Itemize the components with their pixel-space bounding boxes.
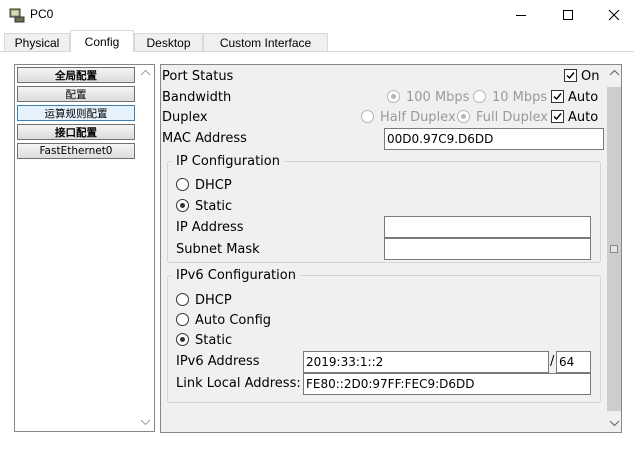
sidebar-item-fastethernet0[interactable]: FastEthernet0 [17,143,135,159]
sidebar-item-algorithm-config[interactable]: 运算规则配置 [17,105,135,121]
window-title: PC0 [30,7,54,21]
prefix-slash: / [550,354,555,369]
thumb-grip-icon [610,245,618,253]
scroll-down-icon[interactable] [606,415,622,432]
ip-configuration-title: IP Configuration [172,154,284,169]
tab-desktop[interactable]: Desktop [134,33,203,51]
sidebar-item-config[interactable]: 配置 [17,86,135,102]
bandwidth-auto-label: Auto [568,90,599,105]
ipv6-dhcp-label: DHCP [195,293,232,308]
half-duplex-label: Half Duplex [380,110,456,125]
radio-icon [176,293,189,306]
title-bar: PC0 [0,0,634,30]
ip-address-field[interactable] [384,216,591,238]
radio-selected-icon [176,333,189,346]
bandwidth-100-label: 100 Mbps [406,90,470,105]
mac-address-field[interactable]: 00D0.97C9.D6DD [384,128,604,150]
ipv6-prefix-field[interactable]: 64 [556,351,591,373]
maximize-button[interactable] [545,0,591,30]
tab-physical[interactable]: Physical [4,33,70,51]
mac-address-label: MAC Address [162,131,247,146]
tab-config[interactable]: Config [70,30,134,52]
duplex-label: Duplex [162,110,208,125]
scroll-up-icon[interactable] [137,65,154,82]
ipv6-configuration-title: IPv6 Configuration [172,268,300,283]
bandwidth-10-label: 10 Mbps [492,90,548,105]
port-on-checkbox[interactable]: On [564,69,599,84]
radio-icon [176,313,189,326]
ipv6-static-label: Static [195,333,233,348]
minimize-icon [516,15,526,16]
subnet-mask-label: Subnet Mask [176,242,260,257]
bandwidth-10-radio[interactable]: 10 Mbps [473,90,547,105]
tab-custom-interface[interactable]: Custom Interface [203,33,328,51]
close-button[interactable] [591,0,634,30]
radio-icon [361,110,374,123]
ip-address-label: IP Address [176,220,244,235]
ipv6-dhcp-radio[interactable]: DHCP [176,293,232,308]
pc-app-icon [9,8,25,23]
checkbox-checked-icon [551,90,564,103]
config-sidebar: 全局配置 配置 运算规则配置 接口配置 FastEthernet0 [14,64,155,432]
bandwidth-100-radio[interactable]: 100 Mbps [387,90,469,105]
sidebar-scrollbar[interactable] [137,65,154,431]
ipv4-static-radio[interactable]: Static [176,199,232,214]
ipv6-auto-config-radio[interactable]: Auto Config [176,313,271,328]
full-duplex-radio[interactable]: Full Duplex [457,110,548,125]
checkbox-checked-icon [551,110,564,123]
sidebar-item-global-config[interactable]: 全局配置 [17,67,135,83]
duplex-auto-label: Auto [568,110,599,125]
radio-selected-icon [457,110,470,123]
port-on-label: On [581,69,600,84]
close-icon [608,9,620,21]
radio-icon [473,90,486,103]
subnet-mask-field[interactable] [384,238,591,260]
bandwidth-label: Bandwidth [162,90,232,105]
ipv4-dhcp-radio[interactable]: DHCP [176,178,232,193]
ipv4-dhcp-label: DHCP [195,178,232,193]
checkbox-checked-icon [564,69,577,82]
radio-selected-icon [176,199,189,212]
radio-selected-icon [387,90,400,103]
sidebar-item-interface-config[interactable]: 接口配置 [17,124,135,140]
ipv6-static-radio[interactable]: Static [176,333,232,348]
scroll-up-icon[interactable] [606,65,622,82]
maximize-icon [563,10,573,20]
minimize-button[interactable] [498,0,544,30]
radio-icon [176,178,189,191]
ipv4-static-label: Static [195,199,233,214]
scrollbar-thumb[interactable] [607,87,621,411]
duplex-auto-checkbox[interactable]: Auto [551,110,598,125]
ipv6-address-label: IPv6 Address [176,354,260,369]
interface-settings-panel: Port Status On Bandwidth 100 Mbps 10 Mbp… [160,64,622,433]
half-duplex-radio[interactable]: Half Duplex [361,110,456,125]
link-local-address-field[interactable]: FE80::2D0:97FF:FEC9:D6DD [303,373,591,395]
link-local-address-label: Link Local Address: [176,376,301,391]
scroll-down-icon[interactable] [137,414,154,431]
bandwidth-auto-checkbox[interactable]: Auto [551,90,598,105]
ipv6-address-field[interactable]: 2019:33:1::2 [303,351,549,373]
full-duplex-label: Full Duplex [476,110,548,125]
port-status-label: Port Status [162,69,234,84]
ipv6-auto-config-label: Auto Config [195,313,272,328]
